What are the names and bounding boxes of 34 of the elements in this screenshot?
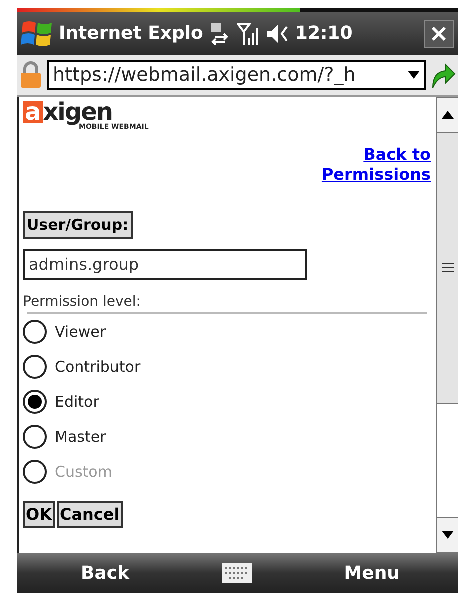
lock-icon — [19, 60, 43, 90]
user-group-field[interactable]: admins.group — [23, 249, 307, 280]
user-group-label: User/Group: — [23, 211, 133, 239]
window-title: Internet Explo — [59, 23, 204, 44]
option-label: Editor — [55, 392, 100, 410]
back-softkey[interactable]: Back — [75, 562, 136, 584]
scroll-thumb[interactable] — [437, 133, 458, 404]
option-label: Custom — [55, 462, 112, 480]
scroll-up-button[interactable] — [437, 97, 458, 133]
grip-icon — [442, 263, 454, 273]
menu-softkey[interactable]: Menu — [338, 562, 406, 584]
radio-button[interactable] — [23, 424, 47, 448]
option-label: Master — [55, 428, 106, 446]
option-label: Viewer — [55, 322, 106, 340]
option-label: Contributor — [55, 358, 141, 376]
close-icon — [431, 26, 447, 42]
signal-icon — [237, 22, 260, 46]
address-field[interactable]: https://webmail.axigen.com/?_h — [47, 60, 426, 90]
cancel-button[interactable]: Cancel — [57, 501, 123, 528]
permission-level-label: Permission level: — [23, 294, 142, 310]
close-button[interactable] — [424, 20, 454, 48]
up-triangle-icon — [442, 111, 454, 119]
ok-button[interactable]: OK — [23, 501, 55, 528]
down-triangle-icon — [442, 531, 454, 539]
radio-button[interactable] — [23, 390, 47, 414]
keyboard-icon[interactable] — [222, 563, 252, 583]
radio-button[interactable] — [23, 320, 47, 344]
dropdown-caret-icon[interactable] — [408, 71, 420, 79]
windows-logo-icon[interactable] — [21, 18, 53, 48]
back-to-permissions-link[interactable]: Back to Permissions — [311, 145, 431, 185]
radio-button[interactable] — [23, 354, 47, 378]
scroll-down-button[interactable] — [437, 517, 458, 553]
clock-time: 12:10 — [295, 23, 353, 44]
volume-muted-icon — [265, 22, 290, 44]
